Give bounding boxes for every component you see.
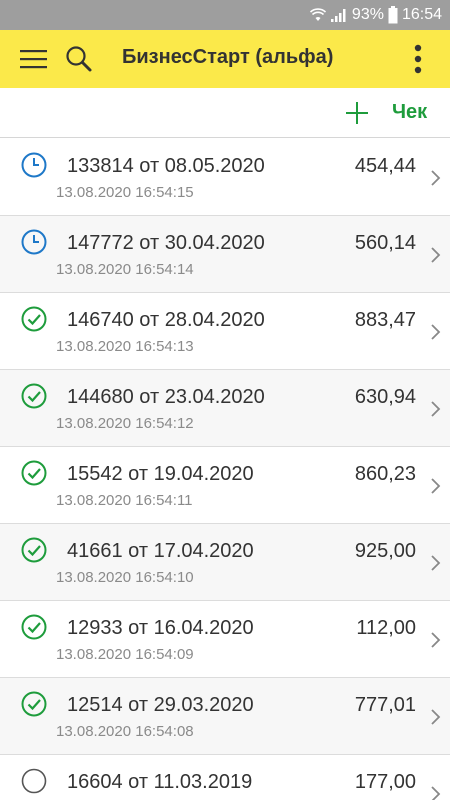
- receipt-timestamp: 13.08.2020 16:54:13: [56, 338, 194, 355]
- wifi-icon: [309, 7, 326, 23]
- receipt-amount: 112,00: [356, 617, 416, 639]
- list-item[interactable]: 147772 от 30.04.2020 13.08.2020 16:54:14 5…: [0, 216, 450, 293]
- receipt-amount: 560,14: [354, 232, 416, 254]
- receipt-timestamp: 13.08.2020 16:54:15: [56, 184, 194, 201]
- chevron-right-icon: [430, 169, 442, 187]
- receipt-timestamp: 13.08.2020 16:54:11: [56, 492, 193, 509]
- chevron-right-icon: [430, 323, 442, 341]
- receipt-title: 146740 от 28.04.2020: [67, 309, 265, 331]
- receipt-title: 41661 от 17.04.2020: [67, 540, 254, 562]
- check-circle-icon: [20, 613, 48, 641]
- receipt-timestamp: 13.08.2020 16:54:12: [56, 415, 194, 432]
- receipt-amount: 925,00: [354, 540, 416, 562]
- receipt-amount: 777,01: [354, 694, 416, 716]
- search-icon[interactable]: [64, 44, 94, 74]
- toolbar: Чек: [0, 88, 450, 138]
- receipt-amount: 630,94: [354, 386, 416, 408]
- list-item[interactable]: 146740 от 28.04.2020 13.08.2020 16:54:13 8…: [0, 293, 450, 370]
- chevron-right-icon: [430, 477, 442, 495]
- check-circle-icon: [20, 536, 48, 564]
- add-icon[interactable]: [344, 100, 370, 126]
- list-item[interactable]: 12514 от 29.03.2020 13.08.2020 16:54:08 77…: [0, 678, 450, 755]
- check-circle-icon: [20, 690, 48, 718]
- app-bar: БизнесСтарт (альфа): [0, 30, 450, 88]
- clock-icon: [20, 228, 48, 256]
- check-circle-icon: [20, 305, 48, 333]
- clock-icon: [20, 151, 48, 179]
- chevron-right-icon: [430, 708, 442, 726]
- empty-circle-icon: [20, 767, 48, 795]
- status-bar: 93% 16:54: [0, 0, 450, 30]
- new-receipt-button[interactable]: Чек: [392, 101, 427, 124]
- list-item[interactable]: 16604 от 11.03.2019 177,00: [0, 755, 450, 800]
- check-circle-icon: [20, 382, 48, 410]
- receipt-amount: 860,23: [354, 463, 416, 485]
- list-item[interactable]: 15542 от 19.04.2020 13.08.2020 16:54:11 86…: [0, 447, 450, 524]
- signal-icon: [330, 7, 348, 23]
- list-item[interactable]: 12933 от 16.04.2020 13.08.2020 16:54:09 11…: [0, 601, 450, 678]
- receipt-timestamp: 13.08.2020 16:54:09: [56, 646, 194, 663]
- list-item[interactable]: 144680 от 23.04.2020 13.08.2020 16:54:12 6…: [0, 370, 450, 447]
- chevron-right-icon: [430, 631, 442, 649]
- receipt-title: 12514 от 29.03.2020: [67, 694, 254, 716]
- chevron-right-icon: [430, 785, 442, 800]
- receipt-amount: 883,47: [354, 309, 416, 331]
- receipt-title: 147772 от 30.04.2020: [67, 232, 265, 254]
- receipt-title: 12933 от 16.04.2020: [67, 617, 254, 639]
- list-item[interactable]: 133814 от 08.05.2020 13.08.2020 16:54:15 4…: [0, 139, 450, 216]
- clock-time: 16:54: [401, 6, 442, 23]
- menu-icon[interactable]: [20, 46, 48, 72]
- receipt-list: 133814 от 08.05.2020 13.08.2020 16:54:15 4…: [0, 139, 450, 800]
- page-title: БизнесСтарт (альфа): [122, 46, 334, 68]
- chevron-right-icon: [430, 246, 442, 264]
- more-vert-icon[interactable]: [408, 42, 428, 76]
- receipt-title: 133814 от 08.05.2020: [67, 155, 265, 177]
- receipt-timestamp: 13.08.2020 16:54:14: [56, 261, 194, 278]
- receipt-title: 144680 от 23.04.2020: [67, 386, 265, 408]
- receipt-title: 16604 от 11.03.2019: [67, 771, 253, 793]
- receipt-title: 15542 от 19.04.2020: [67, 463, 254, 485]
- receipt-timestamp: 13.08.2020 16:54:10: [56, 569, 194, 586]
- receipt-amount: 454,44: [354, 155, 416, 177]
- chevron-right-icon: [430, 554, 442, 572]
- battery-percent: 93%: [351, 6, 384, 23]
- receipt-timestamp: 13.08.2020 16:54:08: [56, 723, 194, 740]
- battery-icon: [388, 6, 398, 24]
- check-circle-icon: [20, 459, 48, 487]
- chevron-right-icon: [430, 400, 442, 418]
- receipt-amount: 177,00: [354, 771, 416, 793]
- list-item[interactable]: 41661 от 17.04.2020 13.08.2020 16:54:10 92…: [0, 524, 450, 601]
